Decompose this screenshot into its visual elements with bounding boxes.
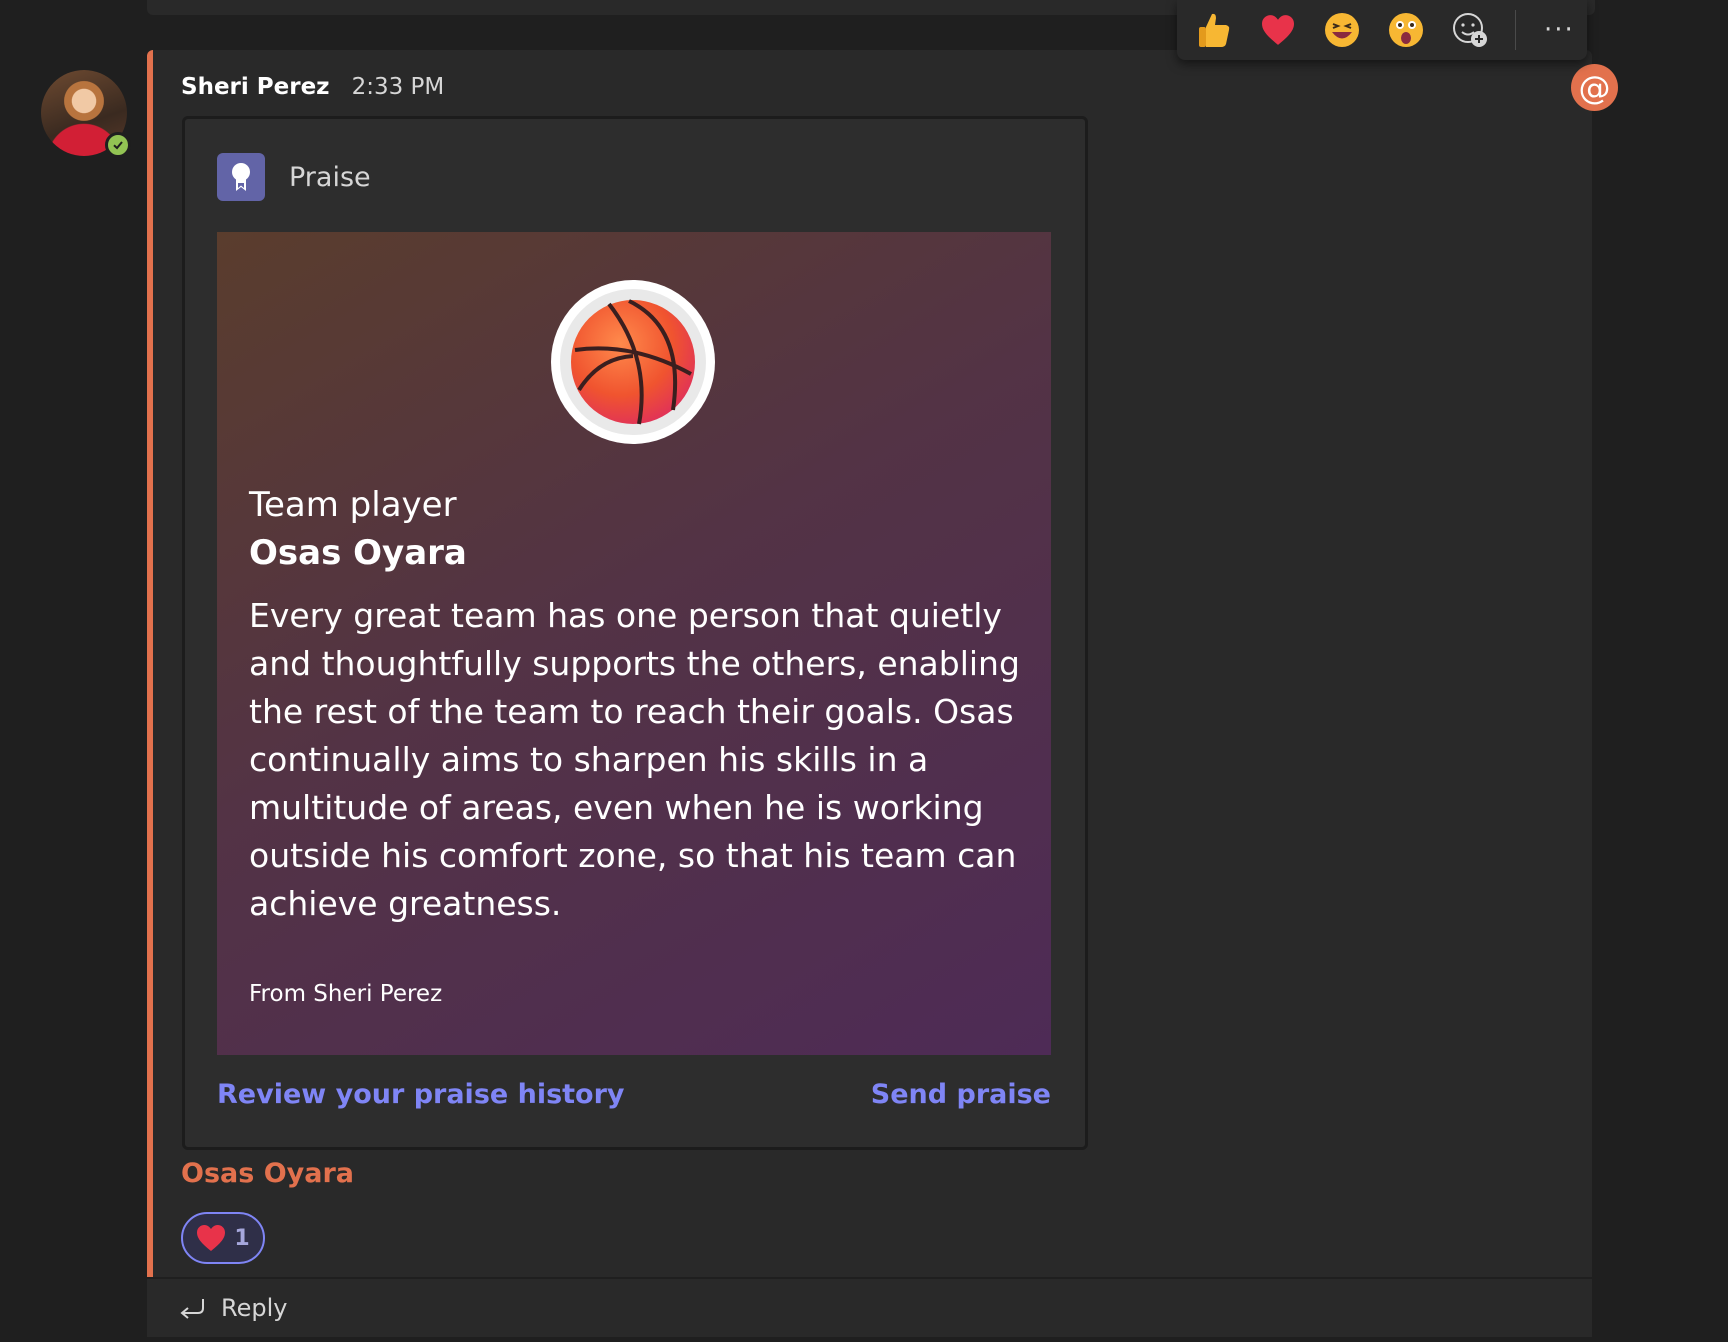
reaction-count: 1 — [234, 1225, 250, 1251]
praise-message: Every great team has one person that qui… — [249, 596, 1020, 923]
badge-inner — [560, 289, 706, 435]
message-time: 2:33 PM — [351, 74, 445, 100]
presence-available-icon — [105, 132, 131, 158]
reply-bar[interactable]: Reply — [147, 1277, 1592, 1337]
praise-card: Praise Team player Osas Oyara Every grea… — [182, 116, 1088, 1150]
card-header: Praise — [217, 153, 371, 201]
mention-tag[interactable]: Osas Oyara — [181, 1158, 354, 1189]
praise-title: Team player — [249, 485, 457, 525]
praise-recipient: Osas Oyara — [249, 533, 467, 573]
badge-ring — [551, 280, 715, 444]
heart-icon — [197, 1225, 226, 1251]
more-options-button[interactable]: ··· — [1544, 15, 1575, 45]
card-actions: Review your praise history Send praise — [217, 1079, 1051, 1110]
praise-panel: Team player Osas Oyara Every great team … — [217, 232, 1051, 1055]
avatar[interactable] — [41, 70, 131, 158]
message-header: Sheri Perez 2:33 PM — [181, 74, 444, 100]
surprised-icon[interactable] — [1387, 11, 1425, 49]
praise-from: From Sheri Perez — [249, 981, 443, 1007]
praise-app-icon — [217, 153, 265, 201]
mention-accent-bar — [147, 50, 153, 1277]
sender-name[interactable]: Sheri Perez — [181, 74, 330, 100]
reply-arrow-icon — [180, 1299, 204, 1319]
review-praise-history-button[interactable]: Review your praise history — [217, 1079, 625, 1110]
toolbar-divider — [1515, 10, 1516, 50]
add-reaction-icon[interactable] — [1451, 11, 1489, 49]
basketball-icon — [571, 299, 695, 425]
laugh-icon[interactable] — [1323, 11, 1361, 49]
reactions-bar: ··· — [1177, 0, 1587, 60]
reply-label: Reply — [221, 1294, 288, 1322]
send-praise-button[interactable]: Send praise — [871, 1079, 1051, 1110]
heart-reaction-icon[interactable] — [1259, 11, 1297, 49]
like-icon[interactable] — [1195, 11, 1233, 49]
mention-badge-icon: @ — [1571, 64, 1618, 111]
reaction-pill[interactable]: 1 — [181, 1212, 265, 1264]
app-name: Praise — [289, 161, 371, 193]
